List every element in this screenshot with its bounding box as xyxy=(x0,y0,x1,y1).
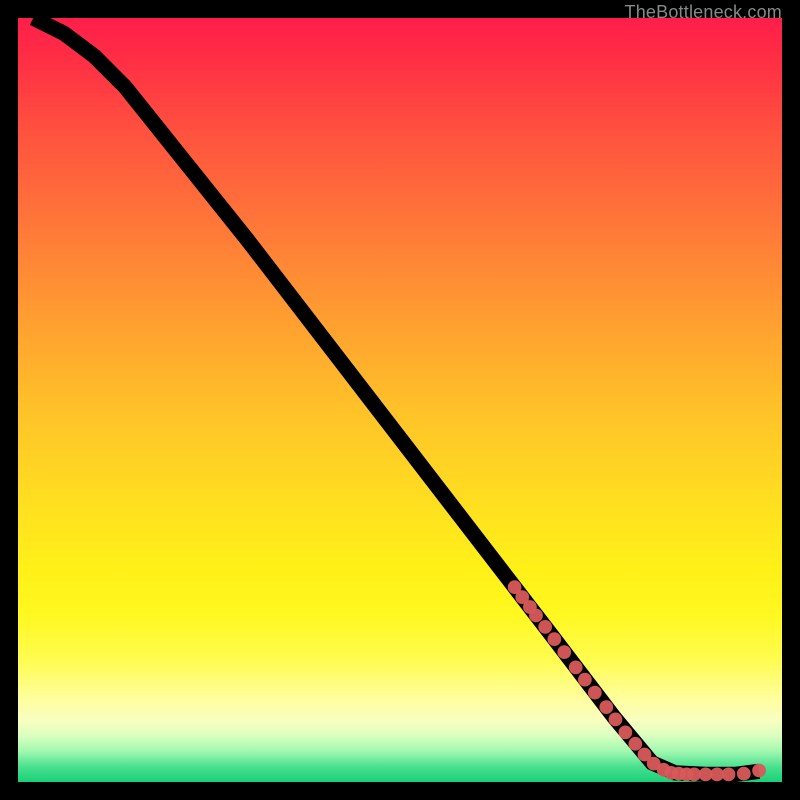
scatter-dot xyxy=(722,767,736,781)
curve-line xyxy=(33,18,759,774)
scatter-dot xyxy=(737,767,751,781)
scatter-dot xyxy=(628,737,642,751)
scatter-dot xyxy=(752,764,766,778)
chart-area: TheBottleneck.com xyxy=(18,18,782,782)
scatter-dot xyxy=(619,725,633,739)
scatter-dot xyxy=(569,661,583,675)
scatter-dot xyxy=(599,700,613,714)
plot-svg xyxy=(18,18,782,782)
scatter-dot xyxy=(538,620,552,634)
scatter-dot xyxy=(588,686,602,700)
scatter-dot xyxy=(557,645,571,659)
scatter-dot xyxy=(529,609,543,623)
scatter-dot xyxy=(547,632,561,646)
scatter-dot xyxy=(609,712,623,726)
scatter-dot xyxy=(578,673,592,687)
